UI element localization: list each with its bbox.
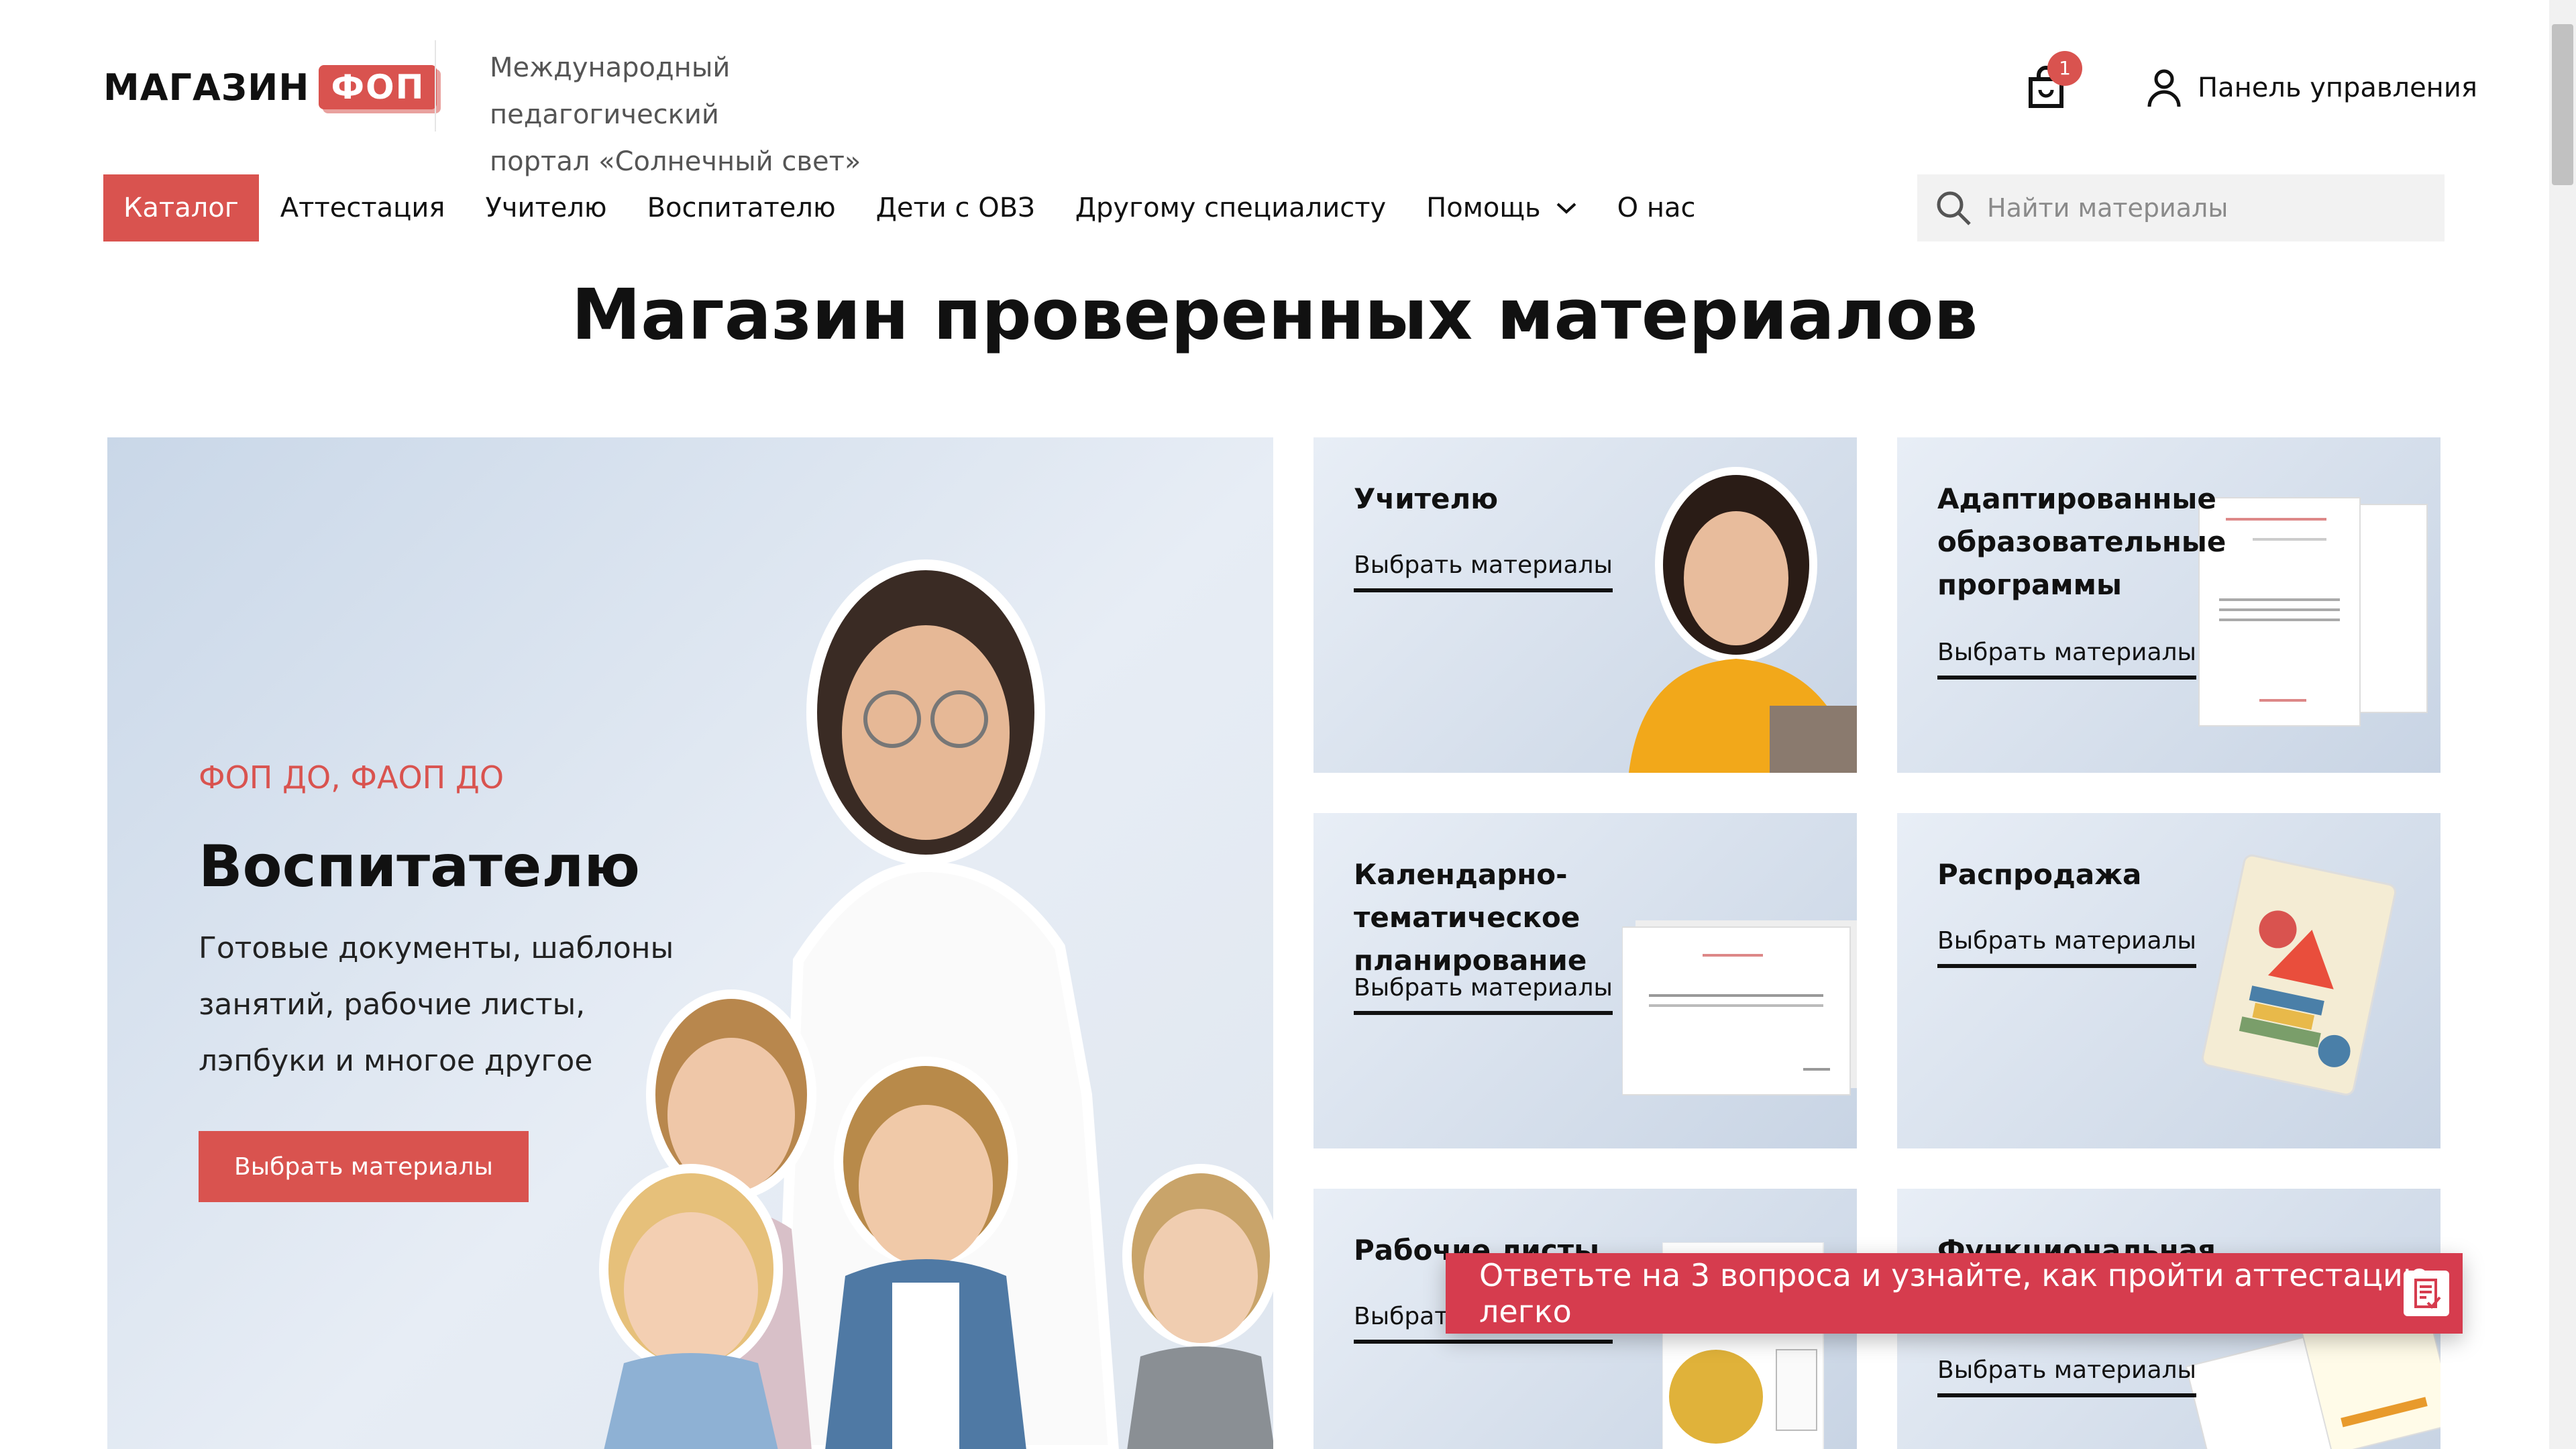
book-cover	[2202, 854, 2397, 1096]
hero-select-button[interactable]: Выбрать материалы	[199, 1131, 529, 1202]
card-select-link[interactable]: Выбрать материалы	[1937, 927, 2196, 968]
document-preview	[2198, 497, 2428, 727]
nav-item-educator[interactable]: Воспитателю	[647, 193, 836, 223]
hero-description: Готовые документы, шаблоны занятий, рабо…	[199, 931, 674, 1078]
hero-eyebrow: ФОП ДО, ФАОП ДО	[199, 759, 504, 796]
card-title: Распродажа	[1937, 858, 2142, 891]
logo-badge: ФОП	[319, 65, 437, 109]
site-header: МАГАЗИН ФОП Международный педагогический…	[0, 0, 2549, 275]
category-card-sale[interactable]: Распродажа Выбрать материалы	[1897, 813, 2440, 1148]
card-title: Календарно-тематическое планирование	[1354, 858, 1587, 977]
nav-item-catalog[interactable]: Каталог	[103, 174, 259, 241]
nav-item-special-needs[interactable]: Дети с ОВЗ	[876, 193, 1035, 223]
scrollbar-track[interactable]	[2549, 0, 2576, 1449]
header-divider	[435, 40, 436, 131]
nav-item-other-specialist[interactable]: Другому специалисту	[1075, 193, 1386, 223]
card-select-link[interactable]: Выбрать материалы	[1354, 974, 1613, 1015]
nav-help-label: Помощь	[1426, 193, 1541, 223]
card-select-link[interactable]: Выбрать материалы	[1354, 551, 1613, 592]
nav-item-help[interactable]: Помощь	[1426, 193, 1576, 223]
card-title: Учителю	[1354, 482, 1499, 515]
category-card-calendar-planning[interactable]: Календарно-тематическое планирование Выб…	[1313, 813, 1857, 1148]
hero-title: Воспитателю	[199, 833, 640, 900]
nav-item-teacher[interactable]: Учителю	[485, 193, 606, 223]
site-tagline: Международный педагогический портал «Сол…	[490, 44, 959, 185]
nav-item-about[interactable]: О нас	[1617, 193, 1696, 223]
teacher-photo	[1629, 467, 1857, 773]
checklist-icon	[2404, 1271, 2449, 1316]
chevron-down-icon	[1556, 203, 1576, 214]
logo-word: МАГАЗИН	[103, 66, 310, 109]
nav-item-attestation[interactable]: Аттестация	[280, 193, 445, 223]
attestation-quiz-banner[interactable]: Ответьте на 3 вопроса и узнайте, как про…	[1446, 1253, 2463, 1334]
card-select-link[interactable]: Выбрать материалы	[1937, 1356, 2196, 1397]
category-card-teacher[interactable]: Учителю Выбрать материалы	[1313, 437, 1857, 773]
main-nav: Каталог Аттестация Учителю Воспитателю Д…	[103, 174, 1735, 241]
cart-count-badge: 1	[2047, 51, 2082, 86]
category-card-adapted-programs[interactable]: Адаптированные образовательные программы…	[1897, 437, 2440, 773]
card-title: Адаптированные образовательные программы	[1937, 482, 2226, 601]
hero-banner[interactable]: ФОП ДО, ФАОП ДО Воспитателю Готовые доку…	[107, 437, 1273, 1449]
banner-text: Ответьте на 3 вопроса и узнайте, как про…	[1479, 1257, 2429, 1330]
scrollbar-thumb[interactable]	[2552, 24, 2573, 185]
tagline-line-1: Международный педагогический	[490, 52, 731, 130]
search-input[interactable]	[1986, 193, 2431, 223]
user-icon	[2147, 69, 2181, 107]
dashboard-link[interactable]: Панель управления	[2147, 64, 2477, 111]
card-select-link[interactable]: Выбрать материалы	[1937, 639, 2196, 680]
dashboard-label: Панель управления	[2198, 72, 2477, 103]
page-title: Магазин проверенных материалов	[571, 274, 1978, 356]
search-box	[1917, 174, 2445, 241]
search-icon	[1937, 191, 1971, 225]
site-logo[interactable]: МАГАЗИН ФОП	[103, 56, 437, 118]
